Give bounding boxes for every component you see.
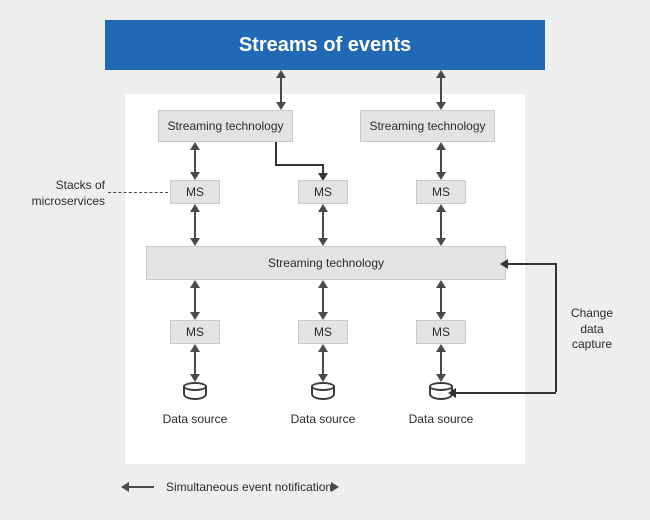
cdc-label: Change data capture (562, 306, 622, 353)
cdc-label-line3: capture (572, 337, 612, 351)
data-source-label-b-text: Data source (291, 412, 356, 426)
streaming-tech-middle: Streaming technology (146, 246, 506, 280)
legend: Simultaneous event notification (128, 480, 332, 494)
stacks-label-line2: microservices (32, 194, 105, 208)
cdc-line-vertical (555, 263, 557, 392)
arrow-ms-a-to-mid (194, 211, 196, 239)
streams-banner: Streams of events (105, 20, 545, 70)
legend-arrow-icon (128, 486, 154, 488)
data-source-disk-a (183, 382, 207, 402)
arrow-mid-to-ms2-b (322, 287, 324, 313)
ms-top-c-label: MS (432, 185, 450, 199)
ms-bot-c: MS (416, 320, 466, 344)
cdc-label-line1: Change (571, 306, 613, 320)
arrow-ms2-b-to-disk (322, 351, 324, 375)
data-source-label-a-text: Data source (163, 412, 228, 426)
streaming-tech-top-left-label: Streaming technology (167, 119, 283, 133)
streams-banner-title: Streams of events (239, 34, 411, 57)
arrow-ms-b-to-mid (322, 211, 324, 239)
streaming-tech-middle-label: Streaming technology (268, 256, 384, 270)
cdc-line-to-middle (506, 263, 556, 265)
data-source-label-b: Data source (286, 412, 360, 428)
data-source-label-c: Data source (404, 412, 478, 428)
cdc-arrow-to-middle (500, 259, 508, 269)
stacks-connector (108, 192, 168, 193)
ms-bot-b-label: MS (314, 325, 332, 339)
arrow-ms-c-to-mid (440, 211, 442, 239)
stacks-label: Stacks of microservices (20, 178, 105, 209)
connector-techleft-down (275, 142, 277, 164)
arrow-ms2-a-to-disk (194, 351, 196, 375)
ms-bot-b: MS (298, 320, 348, 344)
arrow-mid-to-ms2-a (194, 287, 196, 313)
cdc-arrow-to-disk (448, 388, 456, 398)
streaming-tech-top-right-label: Streaming technology (369, 119, 485, 133)
cdc-line-to-disk (454, 392, 556, 394)
arrow-banner-to-tech-right (440, 77, 442, 103)
arrow-tech-right-to-ms-c (440, 149, 442, 173)
legend-text: Simultaneous event notification (166, 480, 332, 494)
ms-top-a: MS (170, 180, 220, 204)
streaming-tech-top-left: Streaming technology (158, 110, 293, 142)
ms-top-b-label: MS (314, 185, 332, 199)
ms-bot-a-label: MS (186, 325, 204, 339)
ms-top-a-label: MS (186, 185, 204, 199)
data-source-disk-b (311, 382, 335, 402)
ms-top-b: MS (298, 180, 348, 204)
data-source-label-c-text: Data source (409, 412, 474, 426)
connector-techleft-right (275, 164, 323, 166)
arrow-ms2-c-to-disk (440, 351, 442, 375)
arrow-banner-to-tech-left (280, 77, 282, 103)
ms-bot-c-label: MS (432, 325, 450, 339)
ms-bot-a: MS (170, 320, 220, 344)
arrow-mid-to-ms2-c (440, 287, 442, 313)
ms-top-c: MS (416, 180, 466, 204)
stacks-label-line1: Stacks of (56, 178, 105, 192)
streaming-tech-top-right: Streaming technology (360, 110, 495, 142)
data-source-label-a: Data source (158, 412, 232, 428)
arrow-tech-left-to-ms-a (194, 149, 196, 173)
cdc-label-line2: data (580, 322, 603, 336)
